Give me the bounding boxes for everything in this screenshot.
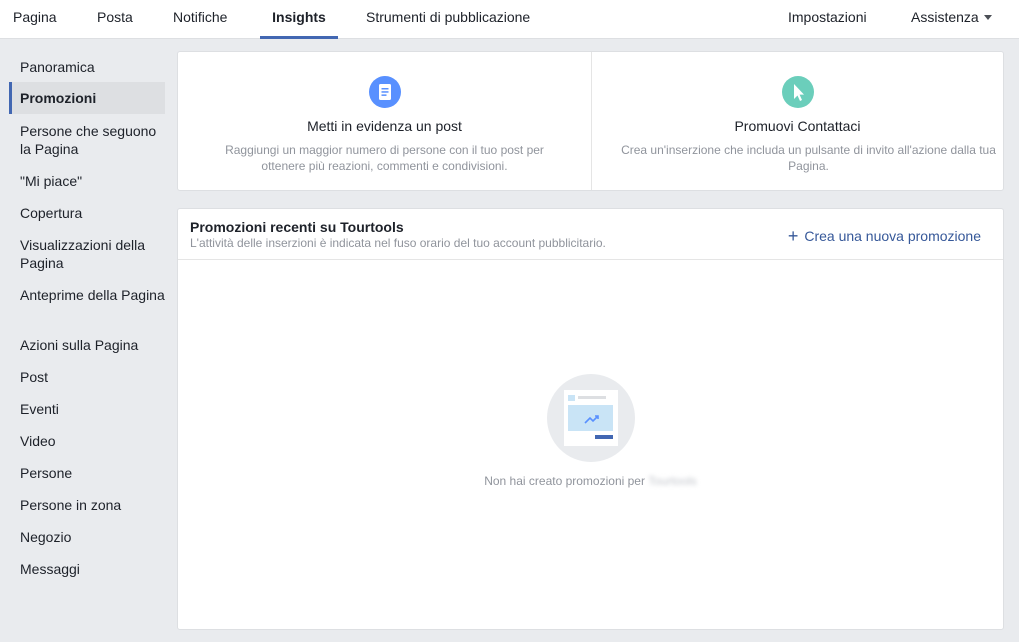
sidebar-item-mi-piace[interactable]: "Mi piace" xyxy=(9,172,165,190)
empty-state-illustration-icon xyxy=(547,374,635,462)
recent-promotions-header: Promozioni recenti su Tourtools L'attivi… xyxy=(178,209,1003,260)
sidebar-item-messaggi[interactable]: Messaggi xyxy=(9,560,165,578)
caret-down-icon xyxy=(983,15,992,20)
tab-impostazioni[interactable]: Impostazioni xyxy=(788,0,867,39)
sidebar-item-video[interactable]: Video xyxy=(9,432,165,450)
recent-promotions-card: Promozioni recenti su Tourtools L'attivi… xyxy=(177,208,1004,630)
sidebar-item-persone-che-seguono[interactable]: Persone che seguono la Pagina xyxy=(9,122,165,158)
sidebar-item-azioni[interactable]: Azioni sulla Pagina xyxy=(9,336,165,354)
empty-state-text: Non hai creato promozioni per xyxy=(484,474,645,488)
boost-post-description: Raggiungi un maggior numero di persone c… xyxy=(225,143,544,173)
sidebar-item-visualizzazioni[interactable]: Visualizzazioni della Pagina xyxy=(9,236,165,272)
create-promotion-button[interactable]: + Crea una nuova promozione xyxy=(788,226,981,247)
boost-post-title: Metti in evidenza un post xyxy=(307,118,462,134)
create-promotion-label: Crea una nuova promozione xyxy=(804,228,981,244)
tab-strumenti-pubblicazione[interactable]: Strumenti di pubblicazione xyxy=(366,0,530,39)
promote-contact-description: Crea un'inserzione che includa un pulsan… xyxy=(621,143,996,173)
tab-pagina[interactable]: Pagina xyxy=(13,0,57,39)
tab-notifiche[interactable]: Notifiche xyxy=(173,0,227,39)
cursor-icon xyxy=(781,76,814,108)
sidebar-item-anteprime[interactable]: Anteprime della Pagina xyxy=(9,286,165,304)
empty-state-message: Non hai creato promozioni per Tourtools xyxy=(178,474,1003,488)
sidebar-item-panoramica[interactable]: Panoramica xyxy=(9,58,165,76)
tab-insights[interactable]: Insights xyxy=(260,0,338,39)
sidebar-item-persone-in-zona[interactable]: Persone in zona xyxy=(9,496,165,514)
document-icon xyxy=(368,76,401,108)
recent-promotions-title: Promozioni recenti su Tourtools xyxy=(190,219,404,235)
top-navigation: Pagina Posta Notifiche Insights Strument… xyxy=(0,0,1019,39)
tab-posta[interactable]: Posta xyxy=(97,0,133,39)
promote-contact-title: Promuovi Contattaci xyxy=(734,118,861,134)
sidebar-item-negozio[interactable]: Negozio xyxy=(9,528,165,546)
empty-state-page-name: Tourtools xyxy=(648,474,697,488)
recent-promotions-subtitle: L'attività delle inserzioni è indicata n… xyxy=(190,236,606,250)
sidebar-item-persone[interactable]: Persone xyxy=(9,464,165,482)
sidebar-item-post[interactable]: Post xyxy=(9,368,165,386)
promotion-options-card: Metti in evidenza un post Raggiungi un m… xyxy=(177,51,1004,191)
plus-icon: + xyxy=(787,226,799,246)
sidebar-item-eventi[interactable]: Eventi xyxy=(9,400,165,418)
sidebar-item-promozioni[interactable]: Promozioni xyxy=(9,82,165,114)
tab-assistenza[interactable]: Assistenza xyxy=(911,0,992,39)
boost-post-option[interactable]: Metti in evidenza un post Raggiungi un m… xyxy=(178,52,592,190)
promote-contact-option[interactable]: Promuovi Contattaci Crea un'inserzione c… xyxy=(592,52,1003,190)
sidebar-item-copertura[interactable]: Copertura xyxy=(9,204,165,222)
assistenza-label: Assistenza xyxy=(911,9,979,25)
